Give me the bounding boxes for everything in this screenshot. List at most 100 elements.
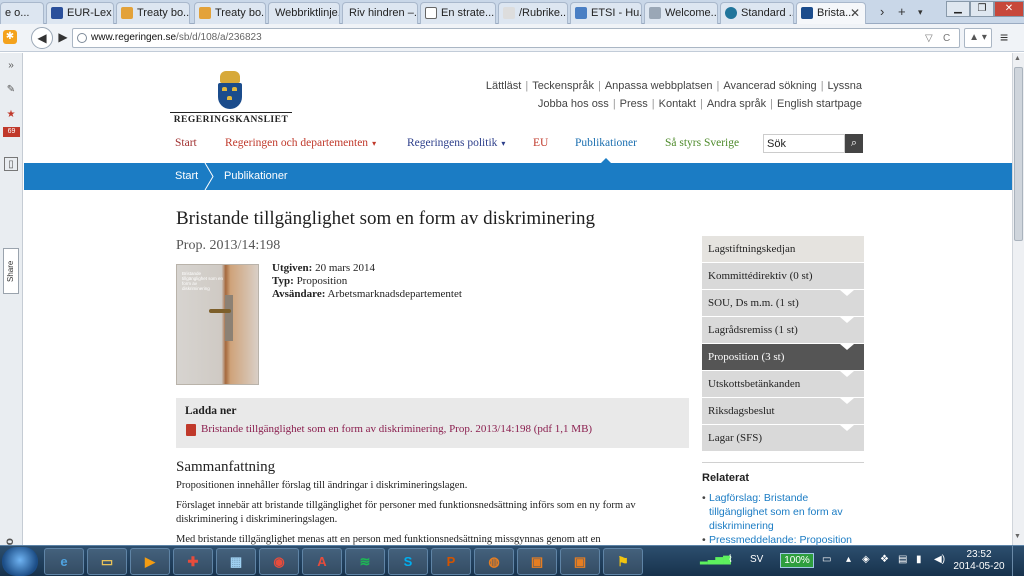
document-icon <box>425 7 437 19</box>
close-tab-icon[interactable]: ✕ <box>850 6 860 20</box>
show-desktop-button[interactable] <box>1012 546 1024 576</box>
process-item-kommittedirektiv[interactable]: Kommittédirektiv (0 st) <box>702 263 864 290</box>
process-item-utskottsbetankanden[interactable]: Utskottsbetänkanden <box>702 371 864 398</box>
windows-flag-icon[interactable]: ⚑ <box>603 548 643 575</box>
app-icon[interactable]: ✚ <box>173 548 213 575</box>
scroll-up-icon[interactable]: ▲ <box>1014 55 1021 62</box>
network-tray-icon[interactable]: ▮ <box>916 554 922 565</box>
menu-icon[interactable]: ≡ <box>1000 30 1016 44</box>
firefox-menu-icon[interactable]: ✱ <box>3 30 17 44</box>
battery-indicator[interactable]: 100% <box>780 553 814 568</box>
share-button[interactable]: Share <box>3 248 19 294</box>
explorer-folder-icon[interactable]: ▭ <box>87 548 127 575</box>
wifi-icon[interactable]: ⌇ <box>728 554 733 565</box>
back-button[interactable]: ◀ <box>31 27 53 49</box>
browser-tab[interactable]: ETSI - Hu... <box>570 2 642 24</box>
maximize-button[interactable]: ❐ <box>970 1 994 17</box>
breadcrumb-start[interactable]: Start <box>175 170 198 182</box>
volume-icon[interactable]: ◀) <box>934 554 945 565</box>
dropbox-icon[interactable]: ❖ <box>880 554 889 565</box>
app-orange-icon[interactable]: ▣ <box>517 548 557 575</box>
process-item-lagradsremiss[interactable]: Lagrådsremiss (1 st) <box>702 317 864 344</box>
browser-tab[interactable]: En strate... <box>420 2 496 24</box>
process-item-sou[interactable]: SOU, Ds m.m. (1 st) <box>702 290 864 317</box>
panel-icon[interactable]: ▯ <box>4 157 18 171</box>
related-link[interactable]: • Pressmeddelande: Proposition <box>702 533 864 545</box>
nav-start[interactable]: Start <box>175 137 197 149</box>
tab-label: Treaty bo... <box>137 7 190 19</box>
spotify-icon[interactable]: ≋ <box>345 548 385 575</box>
link-teckensprak[interactable]: Teckenspråk <box>532 80 594 92</box>
link-lattlast[interactable]: Lättläst <box>486 80 521 92</box>
forward-button[interactable]: ▶ <box>52 27 74 49</box>
process-item-lagar[interactable]: Lagar (SFS) <box>702 425 864 452</box>
signal-strength-icon[interactable]: ▂▃▅▆ <box>700 554 731 565</box>
tool-icon[interactable]: ✎ <box>4 83 18 97</box>
browser-tab[interactable]: Treaty bo... <box>194 2 266 24</box>
related-link[interactable]: • Lagförslag: Bristande tillgänglighet so… <box>702 491 864 533</box>
breadcrumb-publikationer[interactable]: Publikationer <box>224 170 288 182</box>
nav-sa-styrs-sverige[interactable]: Så styrs Sverige <box>665 137 739 149</box>
browser-tab[interactable]: Standard ... <box>720 2 794 24</box>
internet-explorer-icon[interactable]: e <box>44 548 84 575</box>
new-tab-button[interactable]: + <box>898 4 906 19</box>
browser-tab[interactable]: /Rubrike... <box>498 2 568 24</box>
search-button[interactable]: ⌕ <box>845 134 863 153</box>
browser-tab[interactable]: Webbriktlinje... <box>268 2 340 24</box>
url-dropdown-icon[interactable]: ▽ <box>925 33 933 44</box>
network-icon[interactable]: ▦ <box>216 548 256 575</box>
acrobat-icon[interactable]: A <box>302 548 342 575</box>
link-jobba[interactable]: Jobba hos oss <box>538 98 609 110</box>
battery-icon[interactable]: ▭ <box>822 554 831 565</box>
link-anpassa[interactable]: Anpassa webbplatsen <box>605 80 713 92</box>
link-andra-sprak[interactable]: Andra språk <box>707 98 766 110</box>
nav-eu[interactable]: EU <box>533 137 548 149</box>
document-cover-image[interactable]: Bristande tillgänglighet som en form av … <box>176 264 259 385</box>
media-player-icon[interactable]: ▶ <box>130 548 170 575</box>
regeringskansliet-logo[interactable]: REGERINGSKANSLIET <box>170 71 292 127</box>
tab-scroll-right-icon[interactable]: › <box>880 4 884 19</box>
browser-tab[interactable]: e o... <box>0 2 44 24</box>
app-red-icon[interactable]: ◉ <box>259 548 299 575</box>
link-lyssna[interactable]: Lyssna <box>828 80 862 92</box>
browser-tab[interactable]: Riv hindren –... <box>342 2 418 24</box>
link-english[interactable]: English startpage <box>777 98 862 110</box>
address-bar[interactable]: www.regeringen.se/sb/d/108/a/236823 ▽ C <box>72 28 960 48</box>
powerpoint-icon[interactable]: P <box>431 548 471 575</box>
link-avancerad-sokning[interactable]: Avancerad sökning <box>723 80 816 92</box>
language-indicator[interactable]: SV <box>750 554 763 565</box>
browser-tab[interactable]: Treaty bo... <box>116 2 190 24</box>
cover-text: Bristande tillgänglighet som en form av … <box>182 271 224 291</box>
close-window-button[interactable]: ✕ <box>994 1 1024 17</box>
addon-star-icon[interactable]: ★ <box>4 108 18 122</box>
firefox-icon[interactable]: ◍ <box>474 548 514 575</box>
process-item-riksdagsbeslut[interactable]: Riksdagsbeslut <box>702 398 864 425</box>
download-pdf-link[interactable]: Bristande tillgänglighet som en form av … <box>201 423 592 435</box>
scrollbar-thumb[interactable] <box>1014 67 1023 241</box>
process-item-proposition[interactable]: Proposition (3 st) <box>702 344 864 371</box>
scroll-down-icon[interactable]: ▼ <box>1014 533 1021 540</box>
search-input[interactable]: Sök <box>763 134 845 153</box>
tab-list-icon[interactable]: ▾ <box>918 7 923 18</box>
browser-tab[interactable]: EUR-Lex -... <box>46 2 114 24</box>
browser-tab-active[interactable]: Brista... ✕ <box>796 2 866 24</box>
chevron-down-icon <box>840 425 854 431</box>
browser-tab[interactable]: Welcome... <box>644 2 718 24</box>
clock[interactable]: 23:52 2014-05-20 <box>952 549 1006 573</box>
app-orange-2-icon[interactable]: ▣ <box>560 548 600 575</box>
tray-app-icon[interactable]: ▤ <box>898 554 907 565</box>
show-hidden-icons-icon[interactable]: ▴ <box>846 554 851 565</box>
page-scrollbar[interactable]: ▲ ▼ <box>1012 53 1024 545</box>
start-button[interactable] <box>2 547 38 576</box>
nav-regeringen[interactable]: Regeringen och departementen ▾ <box>225 137 376 149</box>
search-engine-button[interactable]: ▲ ▾ <box>964 28 992 48</box>
tray-icon[interactable]: ◈ <box>862 554 870 565</box>
link-kontakt[interactable]: Kontakt <box>659 98 696 110</box>
minimize-button[interactable]: ▁ <box>946 1 970 17</box>
nav-publikationer[interactable]: Publikationer <box>575 137 637 149</box>
nav-politik[interactable]: Regeringens politik ▾ <box>407 137 505 149</box>
reload-icon[interactable]: C <box>943 33 950 44</box>
collapse-sidebar-icon[interactable]: » <box>4 59 18 73</box>
skype-icon[interactable]: S <box>388 548 428 575</box>
link-press[interactable]: Press <box>620 98 648 110</box>
